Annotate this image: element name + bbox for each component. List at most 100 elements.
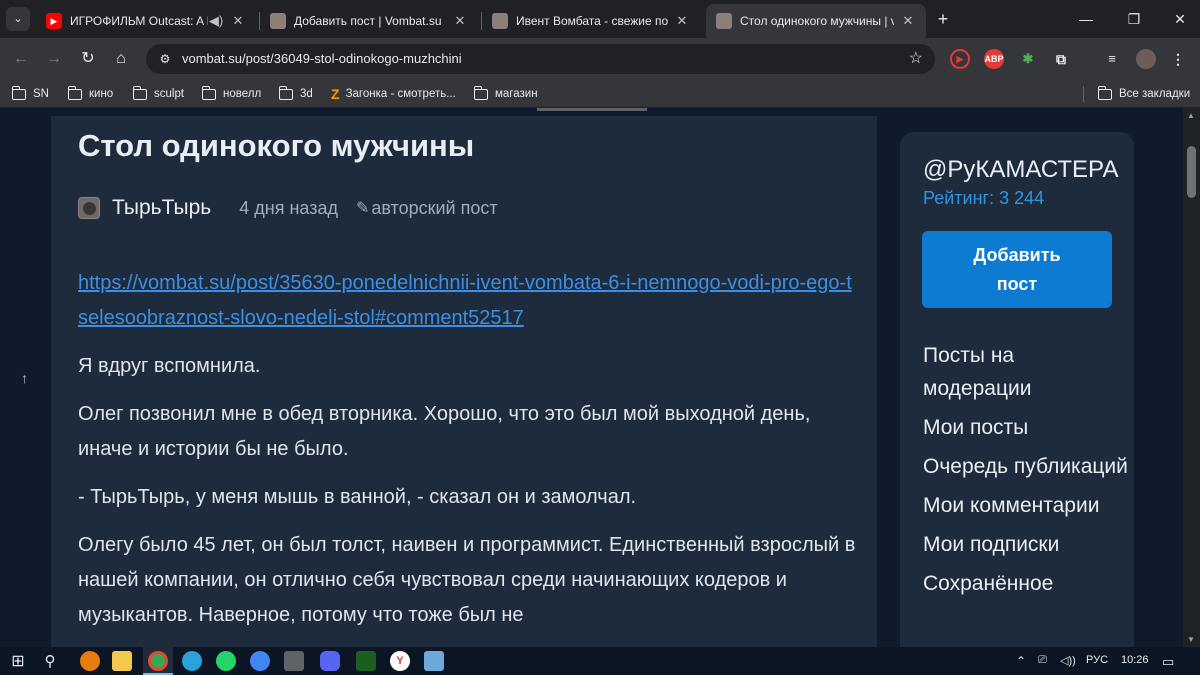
sidebar-item-saved[interactable]: Сохранённое	[923, 567, 1128, 600]
colorful-extension-icon[interactable]: ✱	[1018, 49, 1038, 69]
close-icon[interactable]: ✕	[230, 13, 246, 29]
vombat-icon	[716, 13, 732, 29]
scroll-up-arrow-icon[interactable]: ▲	[1187, 111, 1195, 120]
post-kind-label: авторский пост	[371, 197, 498, 218]
page-scrollbar[interactable]: ▲ ▼	[1183, 108, 1200, 647]
adblock-icon[interactable]: ABP	[984, 49, 1004, 69]
restore-button[interactable]: ❐	[1114, 6, 1154, 32]
bookmark-star-icon[interactable]: ☆	[909, 48, 923, 68]
bookmark-zagonka[interactable]: Z Загонка - смотреть...	[331, 85, 456, 103]
calculator-icon[interactable]	[284, 651, 304, 671]
address-bar[interactable]: ⚙ vombat.su/post/36049-stol-odinokogo-mu…	[146, 44, 935, 74]
arrow-left-icon: ←	[13, 50, 29, 67]
folder-icon	[278, 85, 293, 100]
bookmark-kino[interactable]: кино	[67, 85, 113, 103]
chrome-icon[interactable]	[148, 651, 168, 671]
post-date: 4 дня назад	[239, 197, 338, 218]
web-page: ↑ Стол одинокого мужчины ТырьТырь 4 дня …	[0, 108, 1183, 647]
close-window-button[interactable]: ✕	[1160, 6, 1200, 32]
profile-avatar[interactable]	[1136, 49, 1156, 69]
folder-icon	[132, 85, 147, 100]
notepad-icon[interactable]	[356, 651, 376, 671]
sidebar-item-moderation[interactable]: Посты на модерации	[923, 339, 1128, 405]
bookmark-novell[interactable]: новелл	[201, 85, 261, 103]
sidebar-item-my-comments[interactable]: Мои комментарии	[923, 489, 1128, 522]
telegram-icon[interactable]	[182, 651, 202, 671]
home-button[interactable]: ⌂	[109, 47, 133, 71]
zagonka-icon: Z	[331, 86, 340, 102]
more-menu-icon[interactable]: ⋮	[1168, 49, 1188, 69]
tab-add-post[interactable]: Добавить пост | Vombat.su ✕	[260, 4, 478, 38]
extensions-puzzle-icon[interactable]: ⧉	[1051, 49, 1071, 69]
blender-icon[interactable]	[80, 651, 100, 671]
youtube-icon: ▶	[46, 13, 62, 29]
sidebar-item-queue[interactable]: Очередь публикаций	[923, 450, 1128, 483]
back-button[interactable]: ←	[9, 47, 33, 71]
bookmark-magazin[interactable]: магазин	[473, 85, 538, 103]
record-extension-icon[interactable]: ▶	[950, 49, 970, 69]
chevron-up-icon[interactable]: ⌃	[1016, 654, 1026, 668]
bookmark-sculpt[interactable]: sculpt	[132, 85, 184, 103]
network-icon[interactable]: ⎚	[1038, 654, 1047, 667]
windows-start-icon[interactable]: ⊞	[8, 651, 28, 671]
close-icon[interactable]: ✕	[452, 13, 468, 29]
folder-icon	[11, 85, 26, 100]
reload-button[interactable]: ↻	[76, 47, 100, 71]
close-icon[interactable]: ✕	[674, 13, 690, 29]
discord-icon[interactable]	[320, 651, 340, 671]
sidebar-item-subscriptions[interactable]: Мои подписки	[923, 528, 1128, 561]
home-icon: ⌂	[116, 50, 126, 67]
all-bookmarks[interactable]: Все закладки	[1097, 85, 1190, 103]
sidebar-menu: Посты на модерации Мои посты Очередь пуб…	[923, 339, 1128, 606]
reading-list-icon[interactable]: ≡	[1102, 49, 1122, 69]
chevron-down-icon: ⌄	[13, 13, 23, 25]
tab-igrofilm[interactable]: ▶ ИГРОФИЛЬМ Outcast: A N ◀) ✕	[36, 4, 256, 38]
new-tab-button[interactable]: +	[932, 8, 954, 30]
tab-search-button[interactable]: ⌄	[6, 7, 30, 31]
file-explorer-icon[interactable]	[112, 651, 132, 671]
author-avatar[interactable]	[78, 197, 100, 219]
tab-strip: ⌄ ▶ ИГРОФИЛЬМ Outcast: A N ◀) ✕ Добавить…	[0, 0, 1200, 38]
close-icon[interactable]: ✕	[900, 13, 916, 29]
scroll-down-arrow-icon[interactable]: ▼	[1187, 635, 1195, 644]
minimize-icon: —	[1079, 11, 1093, 27]
user-handle[interactable]: @РуКАМАСТЕРА	[923, 156, 1118, 184]
forward-button[interactable]: →	[42, 47, 66, 71]
notification-icon[interactable]: ▭	[1162, 654, 1174, 670]
search-icon[interactable]: ⚲	[40, 651, 60, 671]
reload-icon: ↻	[81, 50, 95, 67]
folder-icon	[473, 85, 488, 100]
yandex-icon[interactable]: Y	[390, 651, 410, 671]
chrome-profile-icon[interactable]	[250, 651, 270, 671]
clock[interactable]: 10:26	[1121, 654, 1149, 666]
post-link[interactable]: https://vombat.su/post/35630-ponedelnich…	[78, 272, 852, 329]
vombat-icon	[492, 13, 508, 29]
bookmark-3d[interactable]: 3d	[278, 85, 313, 103]
post-title: Стол одинокого мужчины	[78, 128, 475, 163]
tab-current-post[interactable]: Стол одинокого мужчины | vo ✕	[706, 4, 926, 38]
language-indicator[interactable]: РУС	[1086, 654, 1108, 666]
scrollbar-thumb[interactable]	[1187, 146, 1196, 198]
scroll-to-top-icon[interactable]: ↑	[21, 370, 28, 386]
arrow-right-icon: →	[46, 50, 62, 67]
photos-icon[interactable]	[424, 651, 444, 671]
author-name[interactable]: ТырьТырь	[112, 196, 211, 220]
browser-toolbar: ← → ↻ ⌂ ⚙ vombat.su/post/36049-stol-odin…	[0, 38, 1200, 80]
bookmark-sn[interactable]: SN	[11, 85, 49, 103]
url-text: vombat.su/post/36049-stol-odinokogo-muzh…	[182, 51, 462, 66]
add-post-button[interactable]: Добавить пост	[922, 231, 1112, 308]
header-indicator	[537, 108, 647, 111]
post-paragraph: Олегу было 45 лет, он был толст, наивен …	[78, 534, 856, 626]
minimize-button[interactable]: —	[1066, 6, 1106, 32]
pencil-icon: ✎	[355, 200, 370, 217]
tab-event[interactable]: Ивент Вомбата - свежие пост ✕	[482, 4, 700, 38]
bookmarks-divider	[1083, 86, 1084, 102]
site-info-icon[interactable]: ⚙	[156, 50, 174, 68]
sidebar-item-my-posts[interactable]: Мои посты	[923, 411, 1128, 444]
whatsapp-icon[interactable]	[216, 651, 236, 671]
post-paragraph: Олег позвонил мне в обед вторника. Хорош…	[78, 403, 811, 460]
folder-icon	[201, 85, 216, 100]
volume-icon[interactable]: ◁))	[1060, 654, 1076, 667]
speaker-icon[interactable]: ◀)	[208, 13, 224, 29]
folder-icon	[1097, 85, 1112, 100]
